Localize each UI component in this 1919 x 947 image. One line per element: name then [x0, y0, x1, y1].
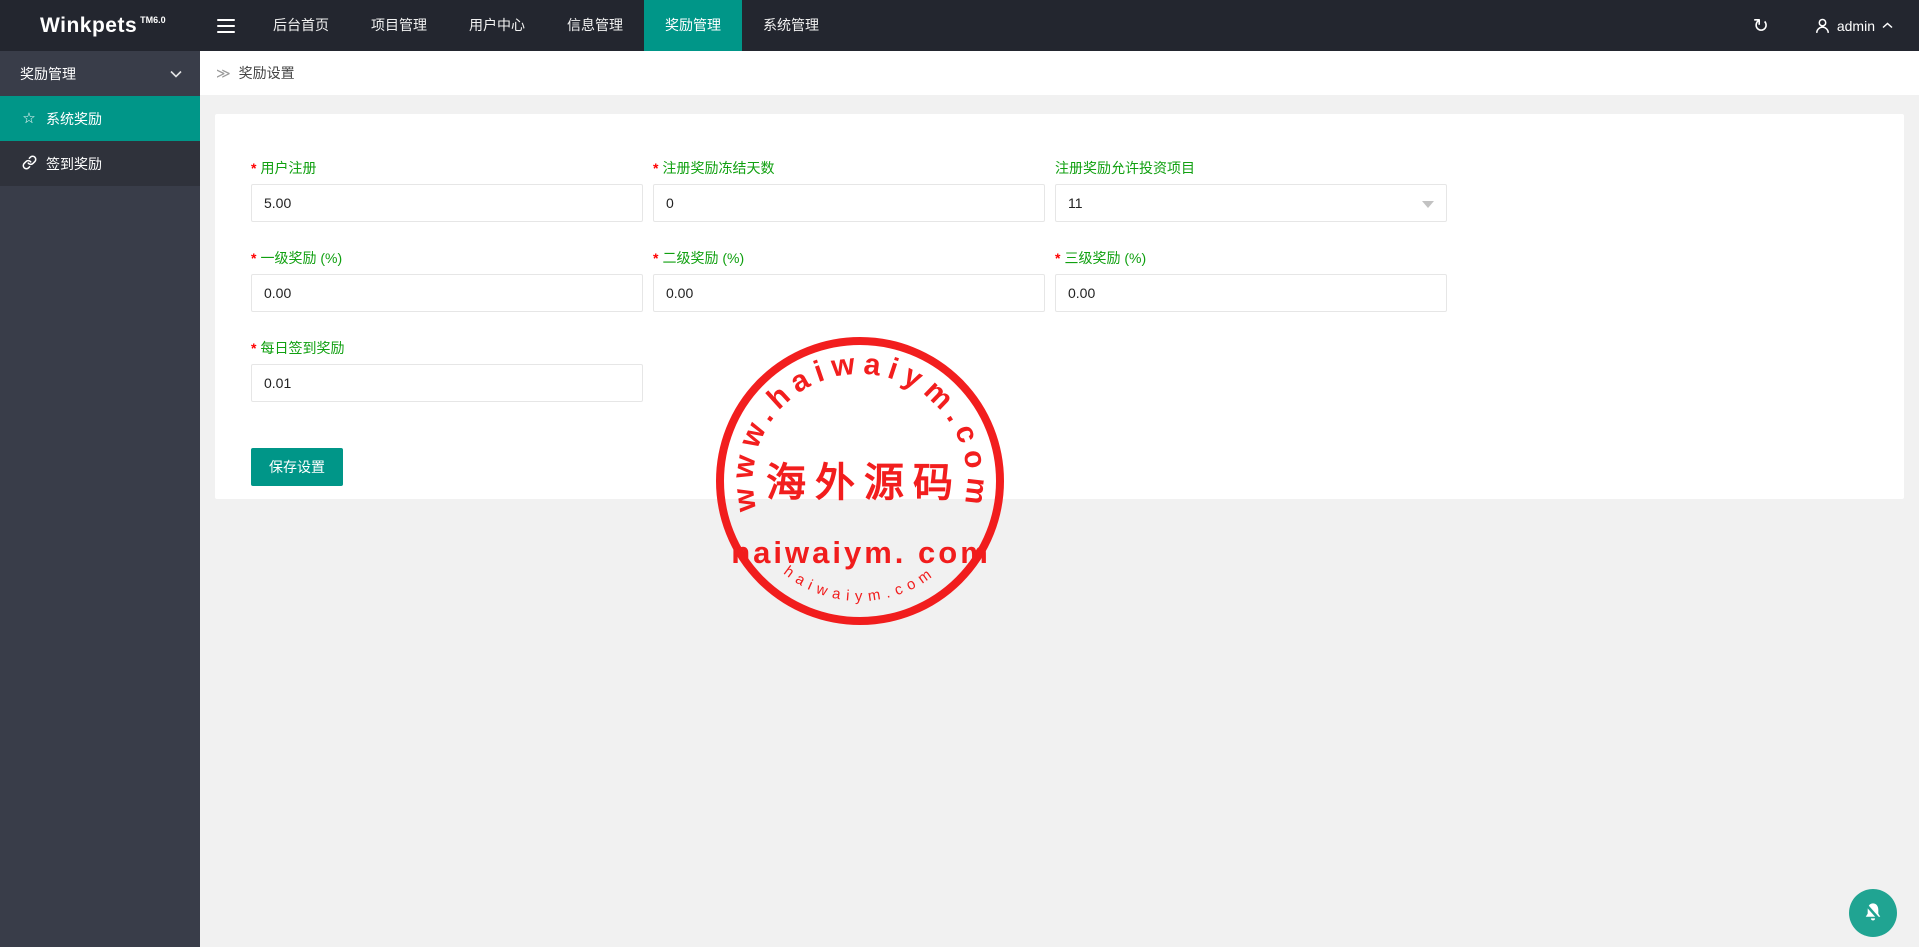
username: admin [1837, 18, 1875, 34]
user-register-input[interactable] [251, 184, 643, 222]
sidebar-item-system-rewards[interactable]: ☆ 系统奖励 [0, 96, 200, 141]
chevron-up-icon [1882, 22, 1893, 29]
required-mark: * [251, 250, 256, 266]
field-label: 一级奖励 (%) [260, 250, 342, 266]
field-label: 二级奖励 (%) [662, 250, 744, 266]
required-mark: * [653, 160, 658, 176]
chevron-down-icon [170, 70, 182, 78]
bell-off-icon [1860, 900, 1886, 926]
navbar-right: ↻ admin [1733, 0, 1919, 51]
freeze-days-input[interactable] [653, 184, 1045, 222]
sidebar-group-label: 奖励管理 [20, 64, 76, 84]
nav-item-system[interactable]: 系统管理 [742, 0, 840, 51]
sidebar-item-label: 签到奖励 [46, 154, 102, 174]
required-mark: * [251, 340, 256, 356]
level2-reward-input[interactable] [653, 274, 1045, 312]
level1-reward-input[interactable] [251, 274, 643, 312]
app-logo-text: Winkpets [40, 14, 137, 38]
sidebar: 奖励管理 ☆ 系统奖励 签到奖励 [0, 51, 200, 947]
nav-item-users[interactable]: 用户中心 [448, 0, 546, 51]
field-user-register: *用户注册 [251, 158, 643, 222]
refresh-icon[interactable]: ↻ [1733, 0, 1789, 51]
field-level2-reward: *二级奖励 (%) [653, 248, 1045, 312]
select-value: 11 [1068, 195, 1083, 211]
breadcrumb-separator-icon: ≫ [216, 65, 231, 82]
top-nav-menu: 后台首页 项目管理 用户中心 信息管理 奖励管理 系统管理 [252, 0, 840, 51]
rewards-settings-card: *用户注册 *注册奖励冻结天数 注册奖励允许投资项目 11 [215, 114, 1904, 499]
level3-reward-input[interactable] [1055, 274, 1447, 312]
caret-down-icon [1422, 201, 1434, 208]
page-title: 奖励设置 [239, 63, 295, 83]
sidebar-group-rewards[interactable]: 奖励管理 [0, 51, 200, 96]
field-level1-reward: *一级奖励 (%) [251, 248, 643, 312]
link-icon [21, 155, 37, 173]
form-row-1: *用户注册 *注册奖励冻结天数 注册奖励允许投资项目 11 [251, 158, 1904, 222]
field-label: 用户注册 [260, 160, 316, 176]
field-label: 注册奖励允许投资项目 [1055, 160, 1195, 176]
required-mark: * [1055, 250, 1060, 266]
field-freeze-days: *注册奖励冻结天数 [653, 158, 1045, 222]
required-mark: * [653, 250, 658, 266]
main-content: ≫ 奖励设置 *用户注册 *注册奖励冻结天数 注册奖励允许投资项目 [200, 51, 1919, 947]
field-label: 三级奖励 (%) [1064, 250, 1146, 266]
form-row-2: *一级奖励 (%) *二级奖励 (%) *三级奖励 (%) [251, 248, 1904, 312]
field-allowed-project: 注册奖励允许投资项目 11 [1055, 158, 1447, 222]
nav-item-dashboard[interactable]: 后台首页 [252, 0, 350, 51]
nav-item-rewards[interactable]: 奖励管理 [644, 0, 742, 51]
form-row-3: *每日签到奖励 [251, 338, 1904, 402]
app-logo-version: TM6.0 [140, 15, 166, 25]
user-icon [1815, 18, 1830, 34]
field-label: 每日签到奖励 [260, 340, 344, 356]
user-dropdown[interactable]: admin [1789, 0, 1919, 51]
sidebar-item-label: 系统奖励 [46, 109, 102, 129]
field-level3-reward: *三级奖励 (%) [1055, 248, 1447, 312]
top-navbar: Winkpets TM6.0 后台首页 项目管理 用户中心 信息管理 奖励管理 … [0, 0, 1919, 51]
star-icon: ☆ [21, 111, 37, 126]
save-settings-button[interactable]: 保存设置 [251, 448, 343, 486]
notification-fab-button[interactable] [1849, 889, 1897, 937]
nav-item-info[interactable]: 信息管理 [546, 0, 644, 51]
sidebar-item-signin-rewards[interactable]: 签到奖励 [0, 141, 200, 186]
required-mark: * [251, 160, 256, 176]
breadcrumb: ≫ 奖励设置 [200, 51, 1919, 95]
field-daily-signin: *每日签到奖励 [251, 338, 643, 402]
app-logo: Winkpets TM6.0 [0, 0, 200, 51]
daily-signin-input[interactable] [251, 364, 643, 402]
allowed-project-select[interactable]: 11 [1055, 184, 1447, 222]
field-label: 注册奖励冻结天数 [662, 160, 774, 176]
nav-item-projects[interactable]: 项目管理 [350, 0, 448, 51]
menu-icon[interactable] [200, 0, 252, 51]
